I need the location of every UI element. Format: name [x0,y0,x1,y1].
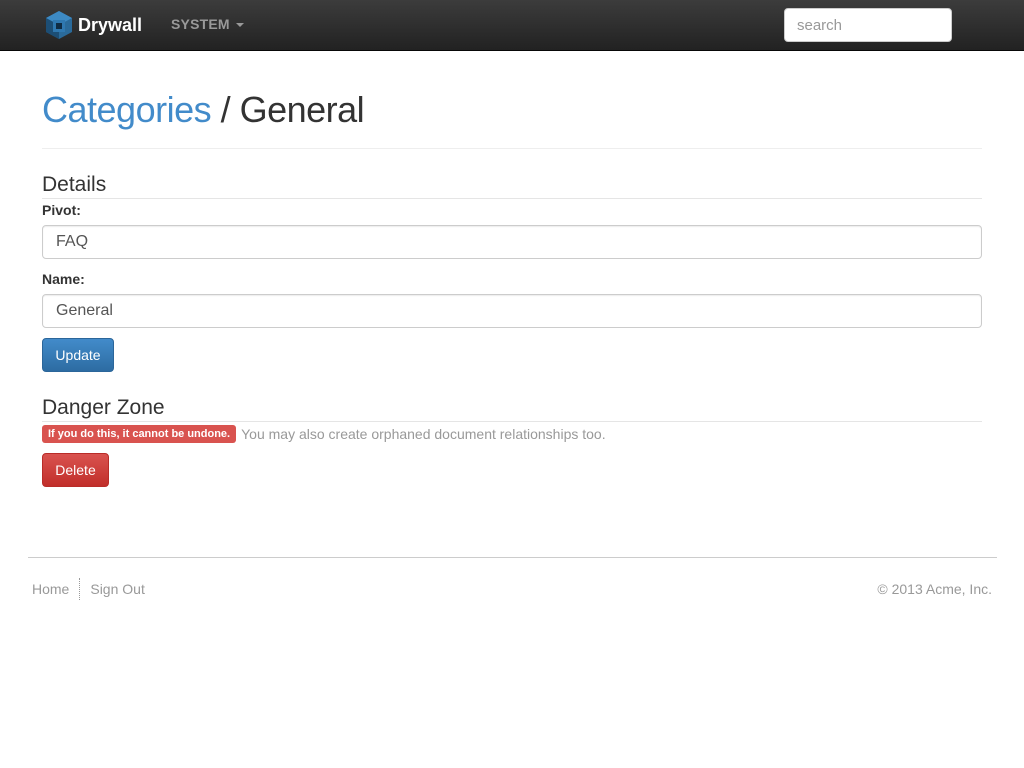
footer-divider [79,578,81,600]
top-navbar: Drywall SYSTEM [0,0,1024,51]
footer: Home Sign Out © 2013 Acme, Inc. [28,557,997,617]
pivot-input[interactable] [42,225,982,259]
system-menu-label: SYSTEM [171,16,230,32]
details-section-title: Details [42,172,982,199]
page-header: Categories / General [42,87,982,149]
pivot-label: Pivot: [42,202,81,218]
search-input[interactable] [784,8,952,42]
irreversible-warning-badge: If you do this, it cannot be undone. [42,425,237,443]
copyright-text: © 2013 Acme, Inc. [877,581,992,597]
danger-zone-title: Danger Zone [42,395,982,422]
breadcrumb-categories-link[interactable]: Categories [42,89,212,130]
system-menu-dropdown[interactable]: SYSTEM [171,16,244,32]
caret-down-icon [235,23,244,27]
footer-links: Home Sign Out [32,578,145,600]
delete-button[interactable]: Delete [42,453,109,487]
breadcrumb-separator: / [211,89,240,130]
breadcrumb-current: General [239,89,365,130]
update-button[interactable]: Update [42,338,114,372]
page-title: Categories / General [42,87,982,133]
brand-link[interactable]: Drywall [45,9,142,41]
name-label: Name: [42,271,85,287]
footer-home-link[interactable]: Home [32,578,69,600]
danger-warning: If you do this, it cannot be undone. You… [42,425,606,443]
brand-name: Drywall [78,14,143,35]
name-input[interactable] [42,294,982,328]
footer-sign-out-link[interactable]: Sign Out [90,578,144,600]
drywall-logo-icon [46,11,72,39]
orphaned-relationships-help: You may also create orphaned document re… [241,426,606,442]
